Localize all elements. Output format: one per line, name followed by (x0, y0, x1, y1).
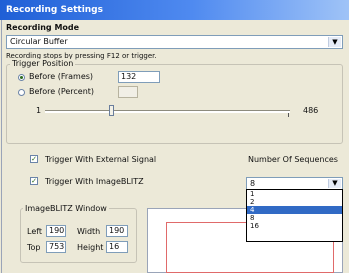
sequences-option[interactable]: 4 (247, 206, 342, 214)
sequences-option[interactable]: 1 (247, 190, 342, 198)
height-label: Height (77, 243, 104, 252)
trigger-position-title: Trigger Position (10, 59, 76, 68)
left-input[interactable]: 190 (46, 225, 66, 237)
before-frames-radio[interactable] (18, 74, 25, 81)
trigger-slider-thumb[interactable] (109, 105, 115, 116)
sequences-dropdown-list[interactable]: 1 2 4 8 16 (246, 189, 343, 242)
sequences-label: Number Of Sequences (248, 155, 338, 164)
height-input[interactable]: 16 (106, 241, 128, 253)
slider-tick (288, 113, 289, 117)
imageblitz-checkbox[interactable]: ✓ (30, 177, 38, 185)
before-percent-radio[interactable] (18, 89, 25, 96)
window-title: Recording Settings (6, 5, 103, 15)
sequences-option[interactable]: 16 (247, 222, 342, 230)
recording-mode-select[interactable]: Circular Buffer ▼ (6, 35, 343, 49)
width-input[interactable]: 190 (106, 225, 128, 237)
width-label: Width (77, 227, 101, 236)
recording-mode-label: Recording Mode (6, 23, 80, 32)
left-label: Left (27, 227, 43, 236)
slider-max-label: 486 (303, 106, 319, 115)
trigger-slider-track[interactable] (45, 110, 290, 113)
external-signal-checkbox[interactable]: ✓ (30, 155, 38, 163)
sequences-option[interactable]: 8 (247, 214, 342, 222)
before-percent-label: Before (Percent) (29, 87, 95, 96)
chevron-down-icon[interactable]: ▼ (328, 179, 341, 188)
sequences-value: 8 (250, 179, 256, 188)
top-input[interactable]: 753 (46, 241, 66, 253)
imageblitz-label: Trigger With ImageBLITZ (45, 177, 144, 186)
chevron-down-icon[interactable]: ▼ (328, 37, 341, 47)
top-label: Top (27, 243, 41, 252)
slider-min-label: 1 (36, 106, 42, 115)
external-signal-label: Trigger With External Signal (45, 155, 157, 164)
before-frames-input[interactable]: 132 (118, 71, 160, 83)
recording-mode-value: Circular Buffer (10, 37, 68, 46)
title-bar: Recording Settings (0, 0, 349, 20)
before-frames-label: Before (Frames) (29, 72, 94, 81)
sequences-option[interactable]: 2 (247, 198, 342, 206)
before-percent-input[interactable] (118, 86, 138, 98)
imageblitz-window-title: ImageBLITZ Window (23, 204, 109, 213)
